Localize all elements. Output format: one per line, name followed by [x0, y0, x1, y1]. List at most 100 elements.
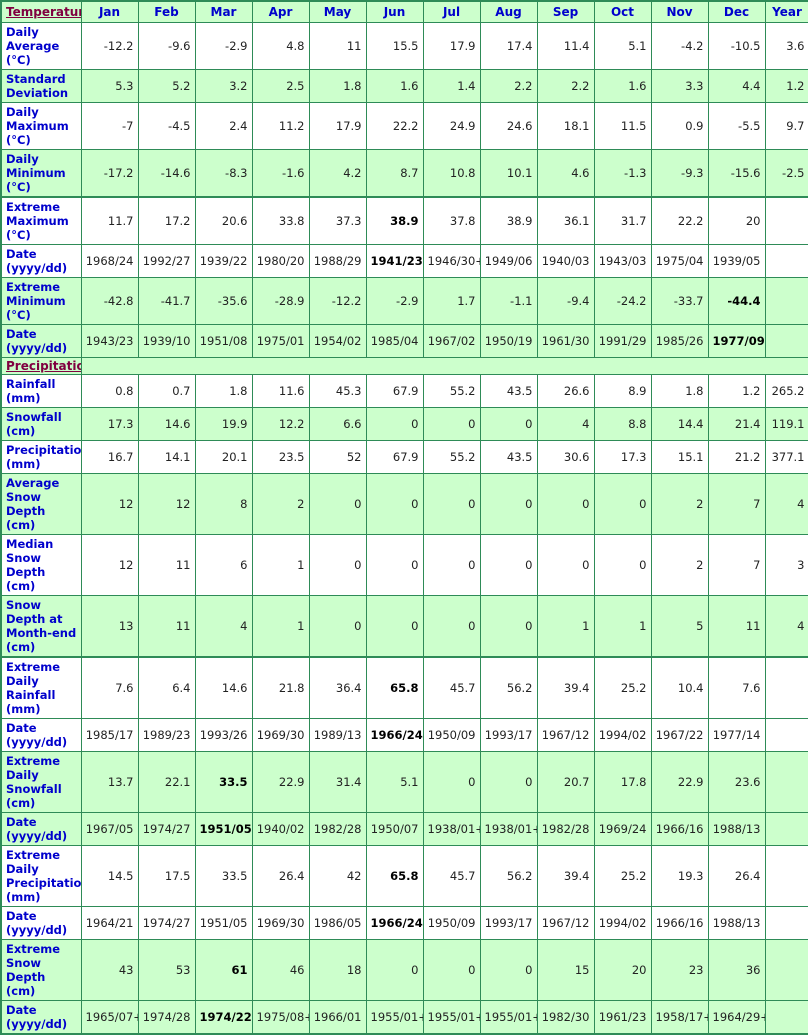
- data-cell: 11.5: [593, 102, 652, 150]
- data-cell: 39.4: [536, 845, 595, 907]
- data-cell: 0: [308, 534, 367, 596]
- column-header-apr: Apr: [251, 0, 310, 23]
- data-cell: 1988/13: [707, 812, 766, 846]
- data-cell: 1939/22: [194, 244, 253, 278]
- data-cell: 0.9: [650, 102, 709, 150]
- data-cell: 1991/29: [593, 324, 652, 358]
- data-cell: 1967/05: [80, 812, 139, 846]
- data-cell: -7: [80, 102, 139, 150]
- row-label: Extreme Maximum (°C): [0, 196, 82, 245]
- data-cell: 377.1: [764, 440, 808, 474]
- data-cell: 2.2: [479, 69, 538, 103]
- data-cell: 1964/21: [80, 906, 139, 940]
- data-cell: 0: [479, 595, 538, 658]
- highlighted-value: 38.9: [390, 214, 419, 228]
- data-cell: -33.7: [650, 277, 709, 325]
- data-cell: 4: [536, 407, 595, 441]
- table-header-row: Temperature:JanFebMarAprMayJunJulAugSepO…: [0, 0, 808, 23]
- data-cell: 7.6: [80, 656, 139, 719]
- data-cell: 37.8: [422, 196, 481, 245]
- data-cell: 12: [137, 473, 196, 535]
- data-cell: 45.7: [422, 656, 481, 719]
- row-label: Rainfall (mm): [0, 374, 82, 408]
- data-cell: -9.4: [536, 277, 595, 325]
- data-cell: 0: [479, 751, 538, 813]
- data-cell: -4.2: [650, 22, 709, 70]
- data-cell: 14.6: [137, 407, 196, 441]
- data-cell: 1967/22: [650, 718, 709, 752]
- data-cell: 1940/02: [251, 812, 310, 846]
- data-cell: -2.9: [365, 277, 424, 325]
- highlighted-value: 65.8: [390, 681, 419, 695]
- data-cell: 24.6: [479, 102, 538, 150]
- data-cell: 42: [308, 845, 367, 907]
- data-cell: 20: [593, 939, 652, 1001]
- data-cell: 11: [707, 595, 766, 658]
- data-cell: -1.3: [593, 149, 652, 198]
- data-cell: 4.6: [536, 149, 595, 198]
- data-cell: 0: [365, 407, 424, 441]
- data-cell: 4: [764, 473, 808, 535]
- data-cell: 36.4: [308, 656, 367, 719]
- table-row: Extreme Minimum (°C) -42.8 -41.7 -35.6 -28.9…: [0, 277, 808, 325]
- data-cell: 25.2: [593, 845, 652, 907]
- section-row-precipitation: Precipitation:: [0, 357, 808, 375]
- data-cell: 4.2: [308, 149, 367, 198]
- data-cell: [764, 656, 808, 719]
- data-cell: [764, 1000, 808, 1035]
- data-cell: 19.3: [650, 845, 709, 907]
- data-cell: 5.3: [80, 69, 139, 103]
- row-label: Date (yyyy/dd): [0, 1000, 82, 1035]
- data-cell: 14.4: [650, 407, 709, 441]
- data-cell: 1.8: [308, 69, 367, 103]
- data-cell: -41.7: [137, 277, 196, 325]
- data-cell: 14.5: [80, 845, 139, 907]
- data-cell: 1994/02: [593, 906, 652, 940]
- data-cell: 21.2: [707, 440, 766, 474]
- data-cell: 1966/24: [365, 718, 424, 752]
- data-cell: 1.8: [194, 374, 253, 408]
- highlighted-value: -44.4: [727, 294, 761, 308]
- data-cell: 1966/24: [365, 906, 424, 940]
- data-cell: 1939/10: [137, 324, 196, 358]
- data-cell: 22.1: [137, 751, 196, 813]
- data-cell: [764, 939, 808, 1001]
- data-cell: 67.9: [365, 374, 424, 408]
- data-cell: 11: [137, 595, 196, 658]
- data-cell: 1965/07+: [80, 1000, 139, 1035]
- row-label: Date (yyyy/dd): [0, 718, 82, 752]
- data-cell: 22.9: [650, 751, 709, 813]
- data-cell: [764, 812, 808, 846]
- data-cell: 2: [650, 534, 709, 596]
- table-row: Date (yyyy/dd) 1967/05 1974/27 1951/05 1940/…: [0, 812, 808, 846]
- data-cell: 1: [251, 595, 310, 658]
- section-header-precipitation: Precipitation:: [0, 357, 82, 375]
- column-header-oct: Oct: [593, 0, 652, 23]
- data-cell: 0: [308, 595, 367, 658]
- data-cell: 1950/07: [365, 812, 424, 846]
- row-label: Average Snow Depth (cm): [0, 473, 82, 535]
- data-cell: 11.6: [251, 374, 310, 408]
- data-cell: 0: [422, 534, 481, 596]
- data-cell: 1943/03: [593, 244, 652, 278]
- table-row: Date (yyyy/dd) 1943/23 1939/10 1951/08 1975/…: [0, 324, 808, 358]
- data-cell: 3.2: [194, 69, 253, 103]
- data-cell: 1974/27: [137, 812, 196, 846]
- highlighted-value: 65.8: [390, 869, 419, 883]
- data-cell: -44.4: [707, 277, 766, 325]
- highlighted-value: 61: [231, 963, 248, 977]
- data-cell: 1.2: [707, 374, 766, 408]
- data-cell: 7.6: [707, 656, 766, 719]
- data-cell: 3.3: [650, 69, 709, 103]
- data-cell: 0: [422, 595, 481, 658]
- row-label: Extreme Snow Depth (cm): [0, 939, 82, 1001]
- row-label: Date (yyyy/dd): [0, 244, 82, 278]
- data-cell: 1982/28: [536, 812, 595, 846]
- table-row: Extreme Maximum (°C) 11.7 17.2 20.6 33.8 37.3…: [0, 196, 808, 245]
- data-cell: 10.1: [479, 149, 538, 198]
- data-cell: 1951/05: [194, 906, 253, 940]
- data-cell: -42.8: [80, 277, 139, 325]
- table-row: Daily Average (°C) -12.2 -9.6 -2.9 4.8 11 15.5…: [0, 22, 808, 70]
- data-cell: 18.1: [536, 102, 595, 150]
- data-cell: 53: [137, 939, 196, 1001]
